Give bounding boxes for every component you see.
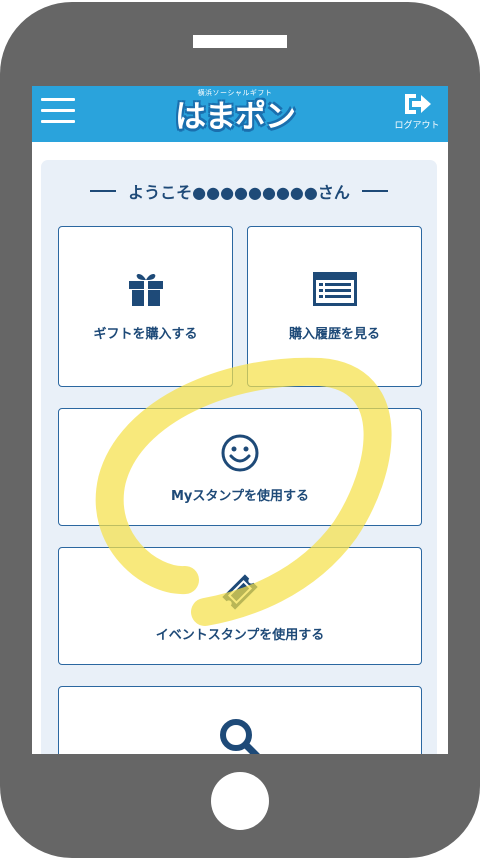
- buy-gift-button[interactable]: ギフトを購入する: [58, 226, 233, 387]
- main-content: ようこそ●●●●●●●●●さん ギフトを購入する 購入履歴を見る Myスタンプを…: [41, 160, 437, 754]
- search-icon: [220, 719, 260, 754]
- logout-label: ログアウト: [394, 121, 440, 131]
- purchase-history-button[interactable]: 購入履歴を見る: [247, 226, 422, 387]
- use-my-stamp-button[interactable]: Myスタンプを使用する: [58, 408, 422, 526]
- search-button[interactable]: [58, 686, 422, 754]
- gift-icon: [128, 273, 163, 306]
- divider-right: [361, 190, 388, 192]
- use-my-stamp-label: Myスタンプを使用する: [170, 489, 310, 504]
- buy-gift-label: ギフトを購入する: [93, 327, 198, 342]
- ticket-icon: [222, 574, 258, 610]
- app-screen: 横浜ソーシャルギフト はまポン ログアウト ようこそ●●●●●●●●●さん ギフ…: [32, 86, 448, 754]
- app-header: 横浜ソーシャルギフト はまポン ログアウト: [32, 86, 448, 142]
- list-icon: [312, 272, 357, 306]
- divider-left: [90, 190, 117, 192]
- logo-title: はまポン: [175, 99, 296, 135]
- logo-subtitle: 横浜ソーシャルギフト: [197, 89, 273, 97]
- app-logo[interactable]: 横浜ソーシャルギフト はまポン: [160, 89, 310, 139]
- hamburger-menu-icon[interactable]: [41, 98, 75, 124]
- welcome-text: ようこそ●●●●●●●●●さん: [128, 183, 350, 202]
- home-button[interactable]: [211, 772, 269, 830]
- purchase-history-label: 購入履歴を見る: [288, 327, 380, 342]
- welcome-banner: ようこそ●●●●●●●●●さん: [41, 178, 437, 204]
- logout-button[interactable]: ログアウト: [386, 91, 448, 139]
- logout-icon: [405, 94, 431, 114]
- use-event-stamp-button[interactable]: イベントスタンプを使用する: [58, 547, 422, 665]
- smiley-icon: [221, 434, 259, 472]
- phone-speaker: [193, 35, 287, 48]
- use-event-stamp-label: イベントスタンプを使用する: [155, 628, 325, 643]
